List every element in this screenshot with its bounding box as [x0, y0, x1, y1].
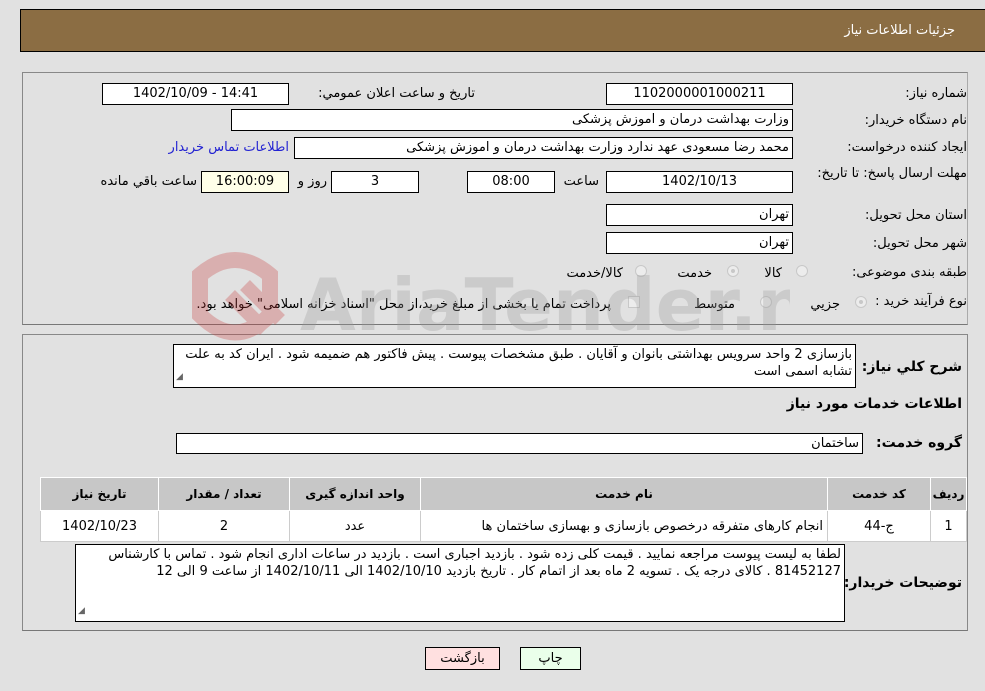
col-header-quantity: تعداد / مقدار [158, 477, 290, 511]
announce-label: تاریخ و ساعت اعلان عمومي: [318, 86, 475, 101]
category-label: طبقه بندی موضوعی: [851, 265, 967, 280]
col-header-service-name: نام خدمت [420, 477, 828, 511]
services-table: رديف کد خدمت نام خدمت واحد اندازه گيری ت… [40, 477, 967, 542]
cell-service-code: ج-44 [827, 510, 931, 542]
treasury-note: پرداخت تمام یا بخشی از مبلغ خرید،از محل … [196, 297, 611, 312]
cell-row-number: 1 [930, 510, 967, 542]
buyer-notes-label: توضيحات خريدار: [843, 575, 962, 591]
deadline-label: مهلت ارسال پاسخ: تا تاریخ: [817, 166, 967, 181]
back-button[interactable]: بازگشت [425, 647, 500, 670]
need-number-field[interactable]: 1102000001000211 [606, 83, 793, 105]
purchase-type-radio-minor[interactable] [855, 296, 867, 308]
buyer-notes-text: لطفا به لیست پیوست مراجعه نمایید . قیمت … [108, 547, 841, 579]
page-header: جزئیات اطلاعات نیاز [20, 9, 985, 52]
description-text: بازسازی 2 واحد سرویس بهداشتی بانوان و آق… [185, 347, 852, 379]
col-header-row-number: رديف [930, 477, 967, 511]
requester-label: ایجاد کننده درخواست: [847, 140, 967, 155]
category-radio-goods[interactable] [796, 265, 808, 277]
services-section-title: اطلاعات خدمات مورد نياز [786, 396, 962, 412]
cell-quantity: 2 [158, 510, 290, 542]
requester-field[interactable]: محمد رضا مسعودی عهد ندارد وزارت بهداشت د… [294, 137, 793, 159]
buyer-org-label: نام دستگاه خريدار: [864, 113, 967, 128]
page-title: جزئیات اطلاعات نیاز [844, 23, 955, 38]
deadline-time-field[interactable]: 08:00 [467, 171, 555, 193]
treasury-checkbox[interactable] [628, 296, 640, 308]
table-row: 1 ج-44 انجام کارهای متفرقه درخصوص بازساز… [40, 510, 967, 542]
col-header-service-code: کد خدمت [827, 477, 931, 511]
print-button[interactable]: چاپ [520, 647, 581, 670]
buyer-contact-link[interactable]: اطلاعات تماس خریدار [169, 140, 289, 155]
need-number-label: شماره نیاز: [905, 86, 967, 101]
category-option-goods-service: کالا/خدمت [566, 266, 623, 281]
days-remaining-field[interactable]: 3 [331, 171, 419, 193]
announce-datetime-field[interactable]: 1402/10/09 - 14:41 [102, 83, 289, 105]
province-field[interactable]: تهران [606, 204, 793, 226]
purchase-type-option-minor: جزيي [810, 297, 840, 312]
cell-need-date: 1402/10/23 [40, 510, 159, 542]
cell-service-name: انجام کارهای متفرقه درخصوص بازسازی و بهس… [420, 510, 828, 542]
purchase-type-radio-medium[interactable] [760, 296, 772, 308]
resize-grip-icon[interactable]: ◢ [78, 603, 85, 620]
purchase-type-label: نوع فرآیند خرید : [875, 294, 967, 309]
table-header-row: رديف کد خدمت نام خدمت واحد اندازه گيری ت… [40, 477, 967, 511]
city-field[interactable]: تهران [606, 232, 793, 254]
category-option-service: خدمت [677, 266, 712, 281]
col-header-unit: واحد اندازه گيری [289, 477, 421, 511]
deadline-time-label: ساعت [563, 174, 599, 189]
category-radio-service[interactable] [727, 265, 739, 277]
city-label: شهر محل تحویل: [872, 236, 967, 251]
col-header-need-date: تاريخ نياز [40, 477, 159, 511]
description-label: شرح کلي نياز: [861, 359, 962, 375]
province-label: استان محل تحویل: [865, 208, 967, 223]
deadline-date-field[interactable]: 1402/10/13 [606, 171, 793, 193]
cell-unit: عدد [289, 510, 421, 542]
time-remaining-label: ساعت باقي مانده [100, 174, 197, 189]
days-label: روز و [297, 174, 327, 189]
category-option-goods: کالا [764, 266, 782, 281]
time-remaining-field: 16:00:09 [201, 171, 289, 193]
service-group-label: گروه خدمت: [876, 435, 962, 451]
purchase-type-option-medium: متوسط [694, 297, 735, 312]
service-group-field[interactable]: ساختمان [176, 433, 863, 454]
buyer-org-field[interactable]: وزارت بهداشت درمان و اموزش پزشکی [231, 109, 793, 131]
buyer-notes-textarea[interactable]: لطفا به لیست پیوست مراجعه نمایید . قیمت … [75, 544, 845, 622]
description-textarea[interactable]: بازسازی 2 واحد سرویس بهداشتی بانوان و آق… [173, 344, 856, 388]
category-radio-goods-service[interactable] [635, 265, 647, 277]
resize-grip-icon[interactable]: ◢ [176, 369, 183, 386]
